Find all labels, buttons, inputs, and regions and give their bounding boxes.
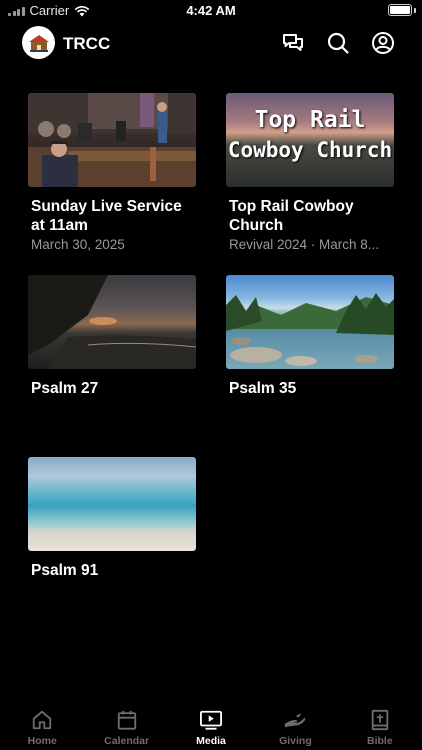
- tab-giving[interactable]: Giving: [253, 700, 337, 750]
- tab-label: Bible: [366, 735, 393, 747]
- profile-button[interactable]: [370, 30, 396, 56]
- battery-cap: [414, 8, 416, 13]
- app-header: TRCC: [0, 26, 422, 62]
- status-bar: Carrier 4:42 AM: [0, 0, 422, 22]
- calendar-icon: [117, 710, 136, 730]
- media-title: Sunday Live Service at 11am: [31, 198, 182, 234]
- app-title: TRCC: [63, 34, 111, 53]
- tab-label: Media: [196, 735, 226, 747]
- media-card-psalm-35[interactable]: Psalm 35: [226, 275, 395, 398]
- church-logo-icon: [28, 34, 49, 52]
- media-thumbnail: [28, 457, 196, 551]
- search-button[interactable]: [325, 30, 351, 56]
- account-icon: [372, 32, 394, 54]
- media-card-top-rail[interactable]: Top Rail Cowboy Church Top Rail Cowboy C…: [226, 93, 395, 252]
- media-thumbnail: [226, 275, 394, 369]
- bible-icon: [371, 709, 389, 731]
- tab-bible[interactable]: Bible: [338, 700, 422, 750]
- lake-scene: [226, 293, 394, 366]
- status-time: 4:42 AM: [186, 3, 236, 18]
- tab-bar: Home Calendar Media Giving Bible: [0, 700, 422, 750]
- media-subtitle: Revival 2024 · March 8...: [229, 237, 380, 252]
- tab-label: Calendar: [104, 735, 150, 747]
- media-title: Psalm 91: [31, 562, 99, 579]
- tab-home[interactable]: Home: [0, 700, 84, 750]
- media-thumbnail: [28, 93, 196, 187]
- tab-label: Home: [27, 735, 57, 747]
- thumb-text-cowboy-church: Cowboy Church: [227, 138, 393, 162]
- chat-icon: [283, 34, 303, 51]
- media-thumbnail: Top Rail Cowboy Church: [226, 93, 394, 187]
- home-icon: [33, 710, 52, 730]
- media-title: Psalm 35: [229, 380, 297, 397]
- tab-label: Giving: [279, 735, 312, 747]
- sunset-beach-scene: [28, 275, 196, 369]
- battery-icon: [388, 4, 412, 16]
- media-icon: [200, 710, 223, 730]
- media-card-sunday-live[interactable]: Sunday Live Service at 11am March 30, 20…: [28, 93, 197, 252]
- media-card-psalm-91[interactable]: Psalm 91: [28, 457, 197, 580]
- thumb-text-top-rail: Top Rail: [254, 107, 366, 133]
- media-subtitle: March 30, 2025: [31, 237, 125, 252]
- media-title: Top Rail Cowboy Church: [229, 198, 354, 234]
- giving-icon: [285, 713, 306, 728]
- media-title: Psalm 27: [31, 380, 99, 397]
- messages-button[interactable]: [280, 30, 306, 56]
- media-thumbnail: [28, 275, 196, 369]
- search-icon: [327, 32, 349, 54]
- stage-scene: [28, 93, 196, 187]
- tab-media[interactable]: Media: [169, 700, 253, 750]
- church-logo[interactable]: [22, 26, 55, 59]
- tab-calendar[interactable]: Calendar: [84, 700, 168, 750]
- media-card-psalm-27[interactable]: Psalm 27: [28, 275, 197, 398]
